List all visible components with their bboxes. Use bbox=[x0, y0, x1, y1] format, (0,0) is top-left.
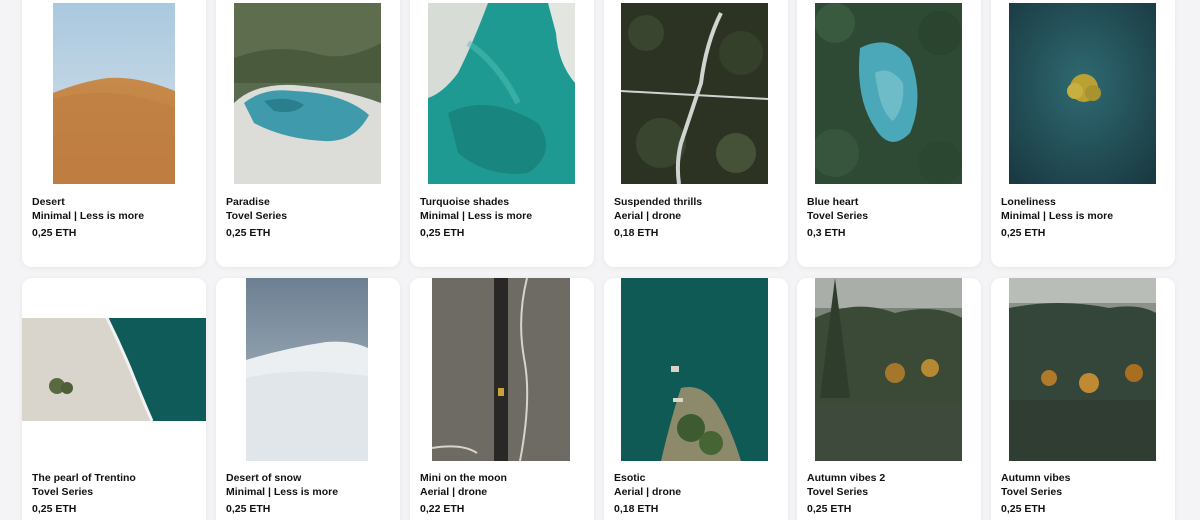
nft-card-autumn-vibes[interactable]: Autumn vibes Tovel Series 0,25 ETH bbox=[991, 278, 1175, 520]
card-price: 0,25 ETH bbox=[226, 227, 271, 239]
nft-card-desert[interactable]: Desert Minimal | Less is more 0,25 ETH bbox=[22, 0, 206, 267]
nft-card-esotic[interactable]: Esotic Aerial | drone 0,18 ETH bbox=[604, 278, 788, 520]
nft-gallery-grid: Desert Minimal | Less is more 0,25 ETH P… bbox=[0, 0, 1200, 520]
card-title[interactable]: Autumn vibes bbox=[1001, 471, 1167, 485]
card-title[interactable]: Esotic bbox=[614, 471, 780, 485]
card-price: 0,18 ETH bbox=[614, 503, 659, 515]
card-title[interactable]: Paradise bbox=[226, 195, 392, 209]
card-title[interactable]: Autumn vibes 2 bbox=[807, 471, 973, 485]
card-price: 0,25 ETH bbox=[1001, 227, 1046, 239]
nft-card-paradise[interactable]: Paradise Tovel Series 0,25 ETH bbox=[216, 0, 400, 267]
card-title[interactable]: Suspended thrills bbox=[614, 195, 780, 209]
card-series: Tovel Series bbox=[807, 210, 869, 222]
card-title[interactable]: Blue heart bbox=[807, 195, 973, 209]
artwork-paradise-image[interactable] bbox=[234, 3, 381, 184]
card-series: Minimal | Less is more bbox=[420, 210, 533, 222]
artwork-blue-heart-image[interactable] bbox=[815, 3, 962, 184]
card-series: Aerial | drone bbox=[614, 210, 682, 222]
card-title[interactable]: Desert of snow bbox=[226, 471, 392, 485]
card-series: Tovel Series bbox=[807, 486, 869, 498]
card-title[interactable]: Desert bbox=[32, 195, 198, 209]
card-series: Minimal | Less is more bbox=[226, 486, 339, 498]
card-title[interactable]: Mini on the moon bbox=[420, 471, 586, 485]
artwork-desert-of-snow-image[interactable] bbox=[246, 278, 368, 461]
card-price: 0,18 ETH bbox=[614, 227, 659, 239]
artwork-loneliness-image[interactable] bbox=[1009, 3, 1156, 184]
card-price: 0,25 ETH bbox=[1001, 503, 1046, 515]
artwork-mini-on-the-moon-image[interactable] bbox=[432, 278, 570, 461]
card-series: Aerial | drone bbox=[614, 486, 682, 498]
nft-card-loneliness[interactable]: Loneliness Minimal | Less is more 0,25 E… bbox=[991, 0, 1175, 267]
card-series: Aerial | drone bbox=[420, 486, 488, 498]
card-price: 0,3 ETH bbox=[807, 227, 846, 239]
card-series: Tovel Series bbox=[32, 486, 94, 498]
nft-card-the-pearl-of-trentino[interactable]: The pearl of Trentino Tovel Series 0,25 … bbox=[22, 278, 206, 520]
artwork-suspended-thrills-image[interactable] bbox=[621, 3, 768, 184]
artwork-the-pearl-of-trentino-image[interactable] bbox=[22, 318, 206, 421]
nft-card-mini-on-the-moon[interactable]: Mini on the moon Aerial | drone 0,22 ETH bbox=[410, 278, 594, 520]
card-series: Minimal | Less is more bbox=[1001, 210, 1114, 222]
card-title[interactable]: The pearl of Trentino bbox=[32, 471, 198, 485]
card-price: 0,22 ETH bbox=[420, 503, 465, 515]
artwork-autumn-vibes-2-image[interactable] bbox=[815, 278, 962, 461]
nft-card-autumn-vibes-2[interactable]: Autumn vibes 2 Tovel Series 0,25 ETH bbox=[797, 278, 981, 520]
card-series: Tovel Series bbox=[1001, 486, 1063, 498]
artwork-desert-image[interactable] bbox=[53, 3, 175, 184]
card-price: 0,25 ETH bbox=[420, 227, 465, 239]
artwork-turquoise-shades-image[interactable] bbox=[428, 3, 575, 184]
card-price: 0,25 ETH bbox=[807, 503, 852, 515]
nft-card-turquoise-shades[interactable]: Turquoise shades Minimal | Less is more … bbox=[410, 0, 594, 267]
card-series: Tovel Series bbox=[226, 210, 288, 222]
card-title[interactable]: Loneliness bbox=[1001, 195, 1167, 209]
nft-card-desert-of-snow[interactable]: Desert of snow Minimal | Less is more 0,… bbox=[216, 278, 400, 520]
card-price: 0,25 ETH bbox=[32, 503, 77, 515]
card-series: Minimal | Less is more bbox=[32, 210, 145, 222]
card-price: 0,25 ETH bbox=[32, 227, 77, 239]
nft-card-blue-heart[interactable]: Blue heart Tovel Series 0,3 ETH bbox=[797, 0, 981, 267]
artwork-esotic-image[interactable] bbox=[621, 278, 768, 461]
card-title[interactable]: Turquoise shades bbox=[420, 195, 586, 209]
card-price: 0,25 ETH bbox=[226, 503, 271, 515]
nft-card-suspended-thrills[interactable]: Suspended thrills Aerial | drone 0,18 ET… bbox=[604, 0, 788, 267]
artwork-autumn-vibes-image[interactable] bbox=[1009, 278, 1156, 461]
